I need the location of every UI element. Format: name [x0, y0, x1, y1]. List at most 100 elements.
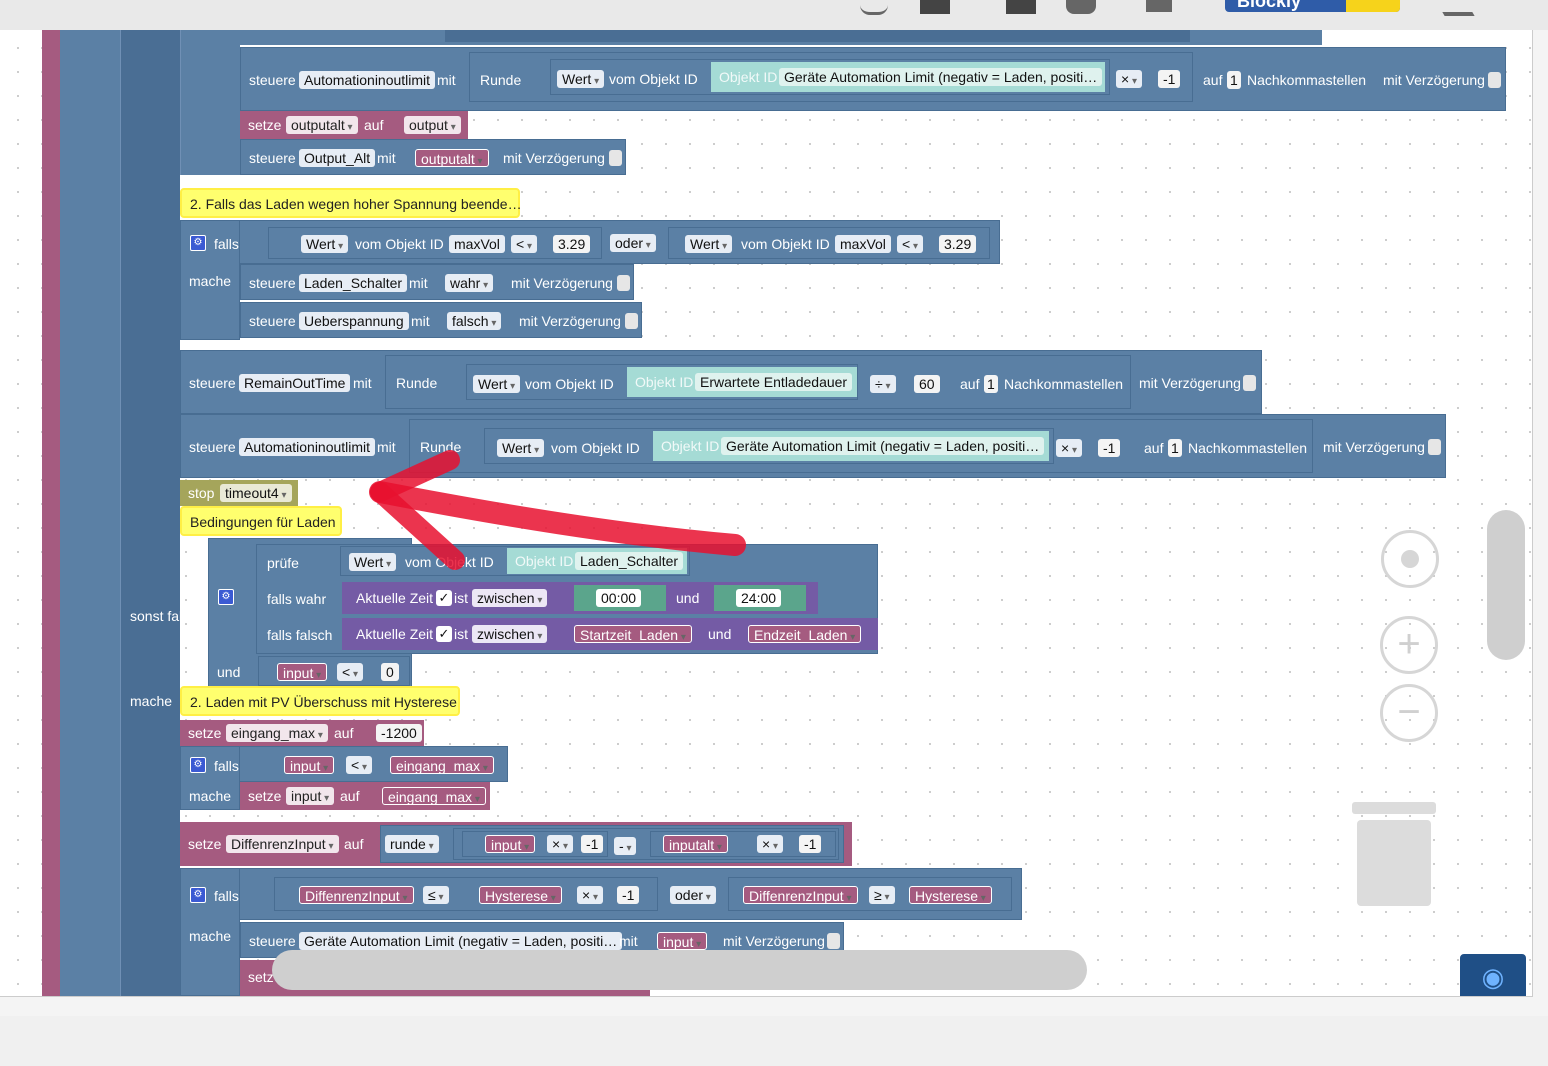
object-name[interactable]: Laden_Schalter [575, 552, 684, 570]
object-name[interactable]: Geräte Automation Limit (negativ = Laden… [721, 437, 1045, 455]
round-dropdown[interactable]: runde [385, 835, 439, 853]
object-id-block[interactable]: Objekt ID Geräte Automation Limit (negat… [711, 62, 1105, 92]
get-value-block[interactable]: Wert vom Objekt ID Objekt ID Erwartete E… [466, 364, 858, 400]
get-value-block[interactable]: Wert vom Objekt ID Objekt ID Geräte Auto… [550, 59, 1110, 95]
control-block-laden-schalter[interactable]: steuere Laden_Schalter mit wahr mit Verz… [240, 264, 634, 300]
if-block-hysterese[interactable]: ⚙ falls mache [180, 868, 240, 996]
multiply-dropdown[interactable]: × [757, 835, 783, 853]
wert-dropdown[interactable]: Wert [557, 70, 605, 88]
multiply-dropdown[interactable]: × [577, 886, 603, 904]
end-time-variable[interactable]: Endzeit_Laden [748, 625, 862, 643]
hysterese-variable[interactable]: Hysterese [909, 886, 992, 904]
object-id-block[interactable]: Objekt ID Laden_Schalter [507, 548, 687, 574]
subtract-block[interactable]: input × -1 - inputalt × -1 [453, 828, 839, 860]
bool-dropdown[interactable]: falsch [447, 312, 502, 330]
compare-block-left[interactable]: Wert vom Objekt ID maxVol < 3.29 [268, 227, 602, 259]
object-maxvol[interactable]: maxVol [449, 235, 505, 253]
if-block-eingang-max[interactable]: ⚙ falls mache [180, 746, 240, 810]
delay-toggle[interactable] [617, 275, 630, 291]
or-dropdown[interactable]: oder [670, 886, 716, 904]
delay-toggle[interactable] [1243, 375, 1256, 391]
object-maxvol[interactable]: maxVol [835, 235, 891, 253]
function-block-spine[interactable] [42, 30, 60, 996]
compare-dropdown[interactable]: < [346, 756, 372, 774]
number-input[interactable]: 3.29 [553, 235, 591, 253]
control-block-automationinoutlimit[interactable]: steuere Automationinoutlimit mit Runde W… [240, 47, 1506, 111]
target-variable[interactable]: Laden_Schalter [299, 274, 408, 292]
number-input[interactable]: -1200 [376, 724, 422, 742]
object-name[interactable]: Geräte Automation Limit (negativ = Laden… [779, 68, 1103, 86]
minus-dropdown[interactable]: - [614, 837, 637, 855]
comment-block-spannung[interactable]: 2. Falls das Laden wegen hoher Spannung … [180, 188, 522, 218]
trash-icon[interactable] [1357, 820, 1431, 906]
value-dropdown[interactable]: output [404, 116, 461, 134]
hysterese-variable[interactable]: Hysterese [479, 886, 562, 904]
inputalt-variable[interactable]: inputalt [663, 835, 728, 853]
comment-icon[interactable] [1066, 0, 1096, 14]
gear-icon[interactable]: ⚙ [190, 235, 206, 251]
input-variable[interactable]: input [277, 663, 328, 681]
number-input[interactable]: -1 [1098, 439, 1121, 457]
condition-block-maxvol[interactable]: Wert vom Objekt ID maxVol < 3.29 oder We… [240, 220, 1000, 264]
le-dropdown[interactable]: ≤ [423, 886, 449, 904]
ge-dropdown[interactable]: ≥ [869, 886, 895, 904]
delay-toggle[interactable] [1428, 439, 1441, 455]
blockly-workspace[interactable]: steuere Automationinoutlimit mit Runde W… [0, 30, 1533, 997]
control-block-remainouttime[interactable]: steuere RemainOutTime mit Runde Wert vom… [180, 350, 1262, 414]
round-block[interactable]: Runde Wert vom Objekt ID Objekt ID Erwar… [385, 355, 1131, 409]
eye-icon[interactable]: ◉ [1460, 954, 1526, 996]
wert-dropdown[interactable]: Wert [349, 553, 397, 571]
gear-icon[interactable]: ⚙ [190, 757, 206, 773]
number-input[interactable]: 0 [381, 663, 399, 681]
object-name[interactable]: Erwartete Entladedauer [695, 373, 853, 391]
wert-dropdown[interactable]: Wert [301, 235, 349, 253]
stop-timeout-block[interactable]: stop timeout4 [180, 480, 298, 506]
time-checkbox[interactable]: ✓ [436, 590, 452, 606]
digits-input[interactable]: 1 [1227, 71, 1241, 89]
variable-dropdown[interactable]: outputalt [286, 116, 358, 134]
time-to[interactable]: 24:00 [736, 589, 782, 607]
control-block-automationinoutlimit-2[interactable]: steuere Automationinoutlimit mit Runde W… [180, 414, 1446, 478]
number-input[interactable]: -1 [617, 886, 640, 904]
set-block-differenz[interactable]: setze DiffenrenzInput auf runde input × … [180, 822, 852, 866]
target-variable[interactable]: Output_Alt [299, 149, 376, 167]
wert-dropdown[interactable]: Wert [497, 439, 545, 457]
control-block-output-alt[interactable]: steuere Output_Alt mit outputalt mit Ver… [240, 139, 626, 175]
input-variable[interactable]: input [657, 932, 708, 950]
object-id-block[interactable]: Objekt ID Erwartete Entladedauer [627, 367, 857, 397]
input-variable[interactable]: input [284, 756, 335, 774]
variable-dropdown[interactable]: input [286, 787, 335, 805]
vertical-scrollbar[interactable] [1487, 510, 1525, 660]
delay-toggle[interactable] [609, 150, 622, 166]
number-input[interactable]: 3.29 [939, 235, 977, 253]
differenz-variable[interactable]: DiffenrenzInput [299, 886, 414, 904]
differenz-variable[interactable]: DiffenrenzInput [743, 886, 858, 904]
delay-toggle[interactable] [1488, 72, 1501, 88]
horizontal-scrollbar[interactable] [272, 950, 1087, 990]
trash-lid[interactable] [1352, 802, 1436, 814]
outer-if-spine[interactable] [60, 30, 120, 996]
wert-dropdown[interactable]: Wert [685, 235, 733, 253]
between-dropdown[interactable]: zwischen [472, 625, 548, 643]
variable-dropdown[interactable]: eingang_max [226, 724, 328, 742]
comment-block-bedingungen[interactable]: Bedingungen für Laden [180, 506, 342, 536]
text-block-to[interactable]: 24:00 [714, 585, 806, 611]
zoom-out-icon[interactable]: − [1380, 684, 1438, 742]
multiply-block-b[interactable]: inputalt × -1 [650, 831, 836, 857]
round-block[interactable]: Runde Wert vom Objekt ID Objekt ID Gerät… [409, 419, 1313, 473]
compare-block-right[interactable]: DiffenrenzInput ≥ Hysterese [728, 877, 1012, 911]
export-icon[interactable] [920, 0, 950, 14]
get-value-block[interactable]: Wert vom Objekt ID Objekt ID Laden_Schal… [340, 546, 690, 576]
number-input[interactable]: -1 [581, 835, 604, 853]
input-variable[interactable]: input [485, 835, 536, 853]
object-id-block[interactable]: Objekt ID Geräte Automation Limit (negat… [653, 431, 1049, 461]
multiply-dropdown[interactable]: × [547, 835, 573, 853]
set-block-eingang-max[interactable]: setze eingang_max auf -1200 [180, 720, 424, 746]
condition-block-hysterese[interactable]: DiffenrenzInput ≤ Hysterese × -1 oder Di… [240, 868, 1022, 920]
nested-if-spine[interactable] [180, 30, 240, 175]
set-block-input[interactable]: setze input auf eingang_max [240, 782, 490, 810]
or-dropdown[interactable]: oder [610, 234, 656, 252]
number-input[interactable]: -1 [799, 835, 822, 853]
delay-toggle[interactable] [827, 933, 840, 949]
search-icon[interactable] [1435, 0, 1475, 16]
